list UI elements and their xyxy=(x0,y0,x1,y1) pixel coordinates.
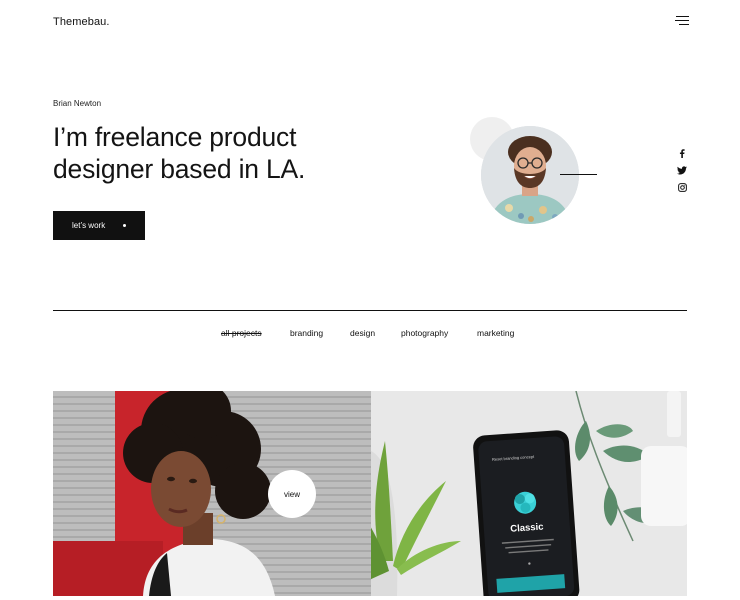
project-tile-phone-mockup[interactable]: Reset branding concept Classic xyxy=(371,391,687,596)
filter-marketing[interactable]: marketing xyxy=(477,328,514,338)
project-tile-portrait[interactable]: view xyxy=(53,391,371,596)
phone-mockup-image: Reset branding concept Classic xyxy=(371,391,687,596)
twitter-icon[interactable] xyxy=(676,164,688,176)
portrait-photo-image xyxy=(53,391,371,596)
filter-branding[interactable]: branding xyxy=(290,328,323,338)
avatar-portrait-image xyxy=(481,126,579,224)
phone-title: Classic xyxy=(510,522,544,535)
avatar xyxy=(481,126,579,224)
filter-all-projects[interactable]: all projects xyxy=(221,328,262,338)
avatar-connector-line xyxy=(560,174,597,175)
lets-work-button[interactable]: let’s work xyxy=(53,211,145,240)
site-header: Themebau. xyxy=(0,0,740,44)
project-gallery: view Reset branding concept Classic xyxy=(53,391,687,596)
filter-design[interactable]: design xyxy=(350,328,375,338)
site-logo[interactable]: Themebau. xyxy=(53,16,110,28)
hero-title: I’m freelance product designer based in … xyxy=(53,121,383,185)
facebook-icon[interactable] xyxy=(676,147,688,159)
instagram-icon[interactable] xyxy=(676,181,688,193)
hamburger-menu-icon[interactable] xyxy=(671,14,689,28)
hero-title-line-2: designer based in LA. xyxy=(53,154,306,184)
hero-name: Brian Newton xyxy=(53,99,102,108)
filter-photography[interactable]: photography xyxy=(401,328,448,338)
lets-work-label: let’s work xyxy=(72,221,106,230)
view-project-button[interactable]: view xyxy=(268,470,316,518)
button-dot xyxy=(123,224,126,227)
hero-title-line-1: I’m freelance product xyxy=(53,122,297,152)
section-divider xyxy=(53,310,687,311)
project-filter-bar: all projects branding design photography… xyxy=(0,328,740,342)
